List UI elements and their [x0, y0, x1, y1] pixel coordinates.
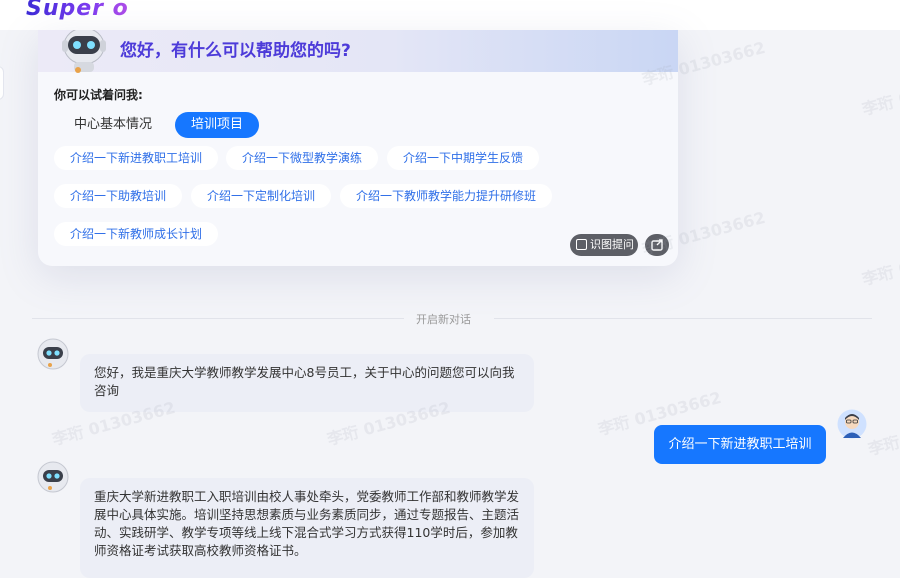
suggestion-chip[interactable]: 介绍一下新教师成长计划: [54, 222, 219, 246]
suggestion-chip[interactable]: 介绍一下教师教学能力提升研修班: [340, 184, 553, 208]
image-question-label: 识图提问: [590, 238, 634, 251]
tab-training-programs[interactable]: 培训项目: [175, 112, 260, 138]
tab-center-overview[interactable]: 中心基本情况: [58, 112, 168, 138]
robot-avatar-icon: [37, 461, 69, 493]
assistant-message: 您好，我是重庆大学教师教学发展中心8号员工，关于中心的问题您可以向我咨询: [80, 354, 534, 412]
suggestion-chip[interactable]: 介绍一下新进教职工培训: [54, 146, 219, 170]
share-button[interactable]: [645, 234, 669, 256]
image-question-button[interactable]: 识图提问: [570, 234, 638, 256]
watermark: 李珩 01303662: [860, 67, 900, 120]
try-asking-label: 你可以试着问我:: [54, 88, 143, 102]
scan-image-icon: [576, 239, 587, 250]
sidebar-toggle-tab[interactable]: [0, 66, 4, 100]
divider-right: [494, 318, 872, 319]
watermark: 李珩 01303662: [866, 408, 900, 460]
suggestion-chip[interactable]: 介绍一下微型教学演练: [226, 146, 379, 170]
share-export-icon: [651, 239, 663, 251]
divider-left: [32, 318, 404, 319]
user-message: 介绍一下新进教职工培训: [654, 425, 826, 464]
watermark: 李珩 01303662: [860, 237, 900, 290]
new-conversation-button[interactable]: 开启新对话: [416, 311, 471, 327]
suggestion-chip[interactable]: 介绍一下助教培训: [54, 184, 183, 208]
top-bar: Super o: [0, 0, 900, 30]
suggestion-chip[interactable]: 介绍一下中期学生反馈: [387, 146, 540, 170]
welcome-card: 您好，有什么可以帮助您的吗? 你可以试着问我: 中心基本情况 培训项目 介绍一下…: [38, 30, 678, 266]
welcome-greeting: 您好，有什么可以帮助您的吗?: [120, 41, 351, 61]
app-logo[interactable]: Super o: [26, 0, 129, 21]
robot-avatar-icon: [62, 30, 106, 73]
robot-avatar-icon: [37, 338, 69, 370]
suggestion-chip[interactable]: 介绍一下定制化培训: [191, 184, 332, 208]
assistant-message: 重庆大学新进教职工入职培训由校人事处牵头，党委教师工作部和教师教学发展中心具体实…: [80, 478, 534, 578]
user-avatar-icon: [837, 409, 867, 439]
